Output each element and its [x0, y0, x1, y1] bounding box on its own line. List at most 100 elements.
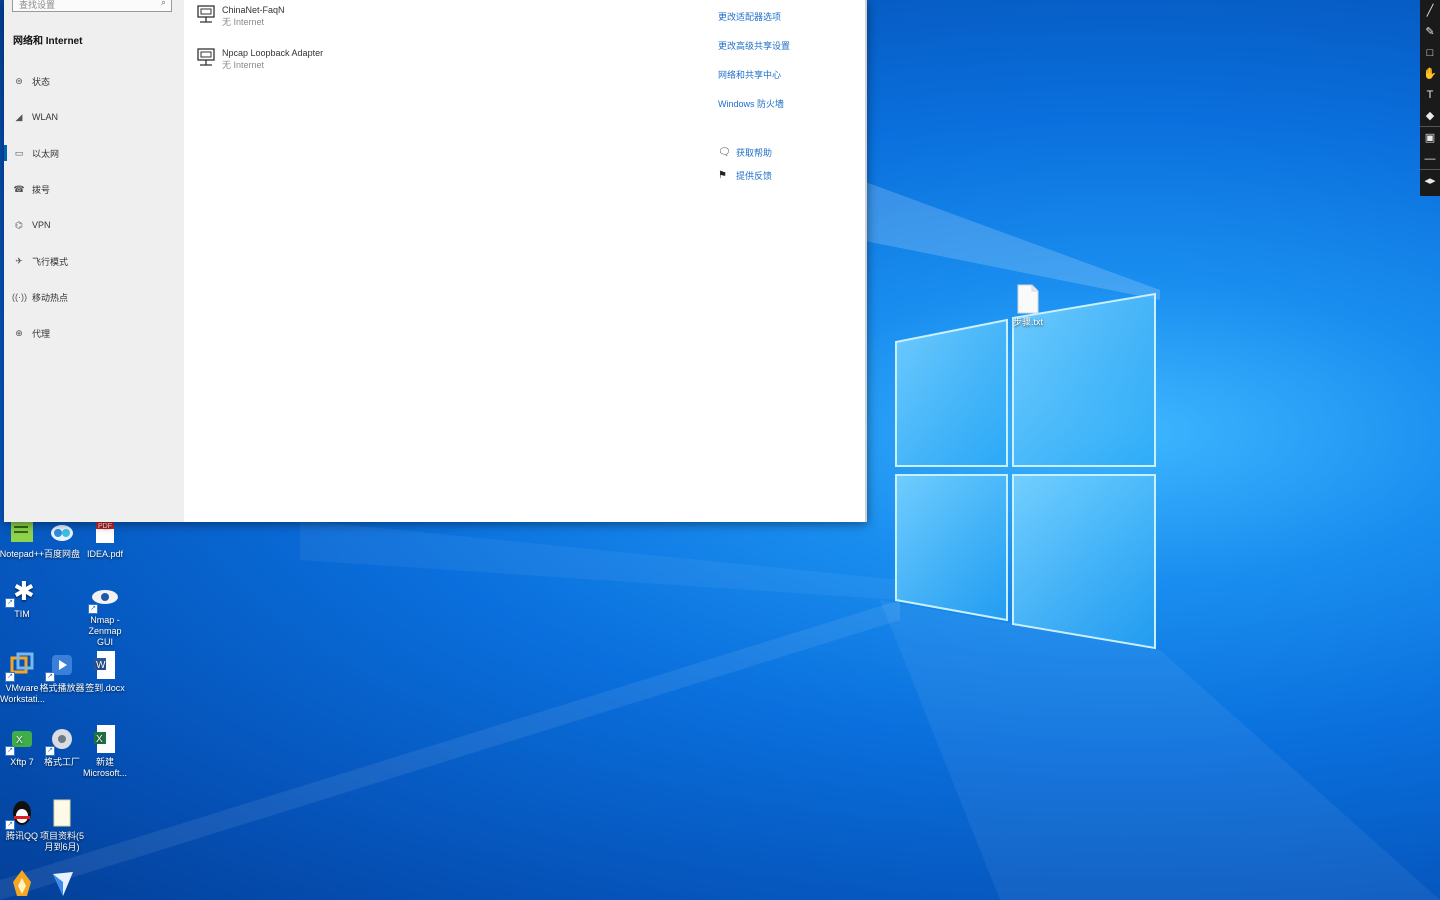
desktop-icon-label: TIM	[14, 609, 30, 619]
format-factory-icon: ↗	[45, 722, 77, 756]
network-adapter-icon	[197, 5, 215, 23]
desktop-icon-player[interactable]: ↗ 格式播放器	[39, 648, 85, 694]
nav-item-proxy[interactable]: ⊕ 代理	[4, 321, 184, 345]
player-icon: ↗	[45, 648, 77, 682]
help-icon: 🗨	[718, 147, 731, 158]
pen-icon[interactable]: ╱	[1420, 0, 1440, 21]
desktop-icon-format-factory[interactable]: ↗ 格式工厂	[40, 722, 84, 768]
dialup-icon: ☎	[13, 183, 25, 194]
qq-icon: ↗	[5, 796, 37, 830]
desktop-icon-xftp[interactable]: X ↗ Xftp 7	[0, 722, 44, 768]
app-icon	[7, 866, 37, 900]
nav-item-ethernet[interactable]: ▭ 以太网	[4, 141, 184, 165]
desktop-icon-app[interactable]	[0, 866, 44, 900]
get-help-link[interactable]: 🗨 获取帮助	[718, 146, 772, 159]
nav-item-label: 拨号	[32, 184, 51, 195]
desktop-file-label: 步骤.txt	[1012, 317, 1043, 327]
nav-item-label: 状态	[32, 76, 51, 87]
proxy-icon: ⊕	[15, 327, 23, 338]
nav-item-dialup[interactable]: ☎ 拨号	[4, 177, 184, 201]
adapter-name: Npcap Loopback Adapter	[222, 48, 324, 58]
folder-icon	[47, 796, 77, 830]
desktop-icon-label: Notepad++	[0, 549, 45, 559]
link-windows-firewall[interactable]: Windows 防火墙	[718, 97, 784, 110]
svg-text:PDF: PDF	[98, 523, 112, 530]
sidebar-title: 网络和 Internet	[13, 36, 83, 47]
hand-icon[interactable]: ✋	[1420, 63, 1440, 84]
link-advanced-sharing[interactable]: 更改高级共享设置	[718, 39, 790, 52]
desktop-icon-label: 格式工厂	[43, 757, 80, 767]
rectangle-icon[interactable]: □	[1420, 42, 1440, 63]
nav-item-vpn[interactable]: ⌬ VPN	[4, 213, 184, 237]
adapter-name: ChinaNet-FaqN	[222, 5, 285, 15]
nav-item-label: 以太网	[32, 148, 60, 159]
desktop-icon-excel[interactable]: X 新建 Microsoft...	[83, 722, 127, 779]
excel-file-icon: X	[90, 722, 120, 756]
nav-item-airplane-mode[interactable]: ✈ 飞行模式	[4, 249, 184, 273]
desktop-file-steps[interactable]: 步骤.txt	[1006, 282, 1050, 328]
desktop-icon-label: Nmap - Zenmap GUI	[88, 615, 122, 647]
search-icon[interactable]: ⌕	[161, 0, 166, 8]
adapter-status: 无 Internet	[222, 17, 265, 27]
airplane-icon: ✈	[15, 255, 23, 266]
desktop-icon-nmap[interactable]: ↗ Nmap - Zenmap GUI	[83, 580, 127, 648]
settings-content: ChinaNet-FaqN 无 Internet Npcap Loopback …	[184, 0, 867, 522]
desktop-icon-label: 签到.docx	[85, 683, 125, 693]
svg-text:X: X	[16, 735, 23, 746]
desktop-icon-label: Xftp 7	[10, 757, 34, 767]
text-file-icon	[1013, 282, 1043, 316]
svg-text:X: X	[96, 734, 103, 745]
eraser-icon[interactable]: ◆	[1420, 105, 1440, 126]
xftp-icon: X ↗	[5, 722, 37, 756]
nav-item-label: 移动热点	[32, 292, 69, 303]
desktop-icon-label: 格式播放器	[39, 683, 85, 693]
svg-text:✱: ✱	[13, 577, 35, 606]
help-link-label: 提供反馈	[736, 171, 773, 181]
vmware-icon: ↗	[5, 648, 37, 682]
white-board-icon[interactable]: ▣	[1420, 126, 1440, 148]
text-icon[interactable]: T	[1420, 84, 1440, 105]
desktop-icon-vmware[interactable]: ↗ VMware Workstati...	[0, 648, 45, 705]
desktop-icon-label: 项目资料(5月到6月)	[39, 831, 84, 852]
adapter-item[interactable]: Npcap Loopback Adapter 无 Internet	[196, 47, 323, 71]
desktop-icon-label: 百度网盘	[43, 549, 80, 559]
link-change-adapter-options[interactable]: 更改适配器选项	[718, 10, 781, 23]
desktop-icon-word-doc[interactable]: W 签到.docx	[83, 648, 127, 694]
windows-logo-wallpaper	[895, 292, 1156, 650]
nav-item-label: VPN	[32, 220, 51, 230]
help-link-label: 获取帮助	[736, 148, 773, 158]
settings-window: 查找设置 ⌕ 网络和 Internet ⊜ 状态 ◢ WLAN ▭ 以太网 ☎ …	[4, 0, 867, 522]
nav-item-label: 代理	[32, 328, 51, 339]
marker-icon[interactable]: ✎	[1420, 21, 1440, 42]
minimize-icon[interactable]: —	[1420, 148, 1440, 169]
wifi-icon: ◢	[15, 111, 23, 122]
give-feedback-link[interactable]: ⚑ 提供反馈	[718, 169, 772, 182]
desktop-icon-label: VMware Workstati...	[0, 683, 45, 704]
settings-search-input[interactable]: 查找设置 ⌕	[12, 0, 172, 12]
desktop-icon-label: 新建 Microsoft...	[83, 757, 128, 778]
expand-icon[interactable]: ◂▸	[1420, 169, 1440, 191]
annotation-toolbar: ╱ ✎ □ ✋ T ◆ ▣ — ◂▸	[1420, 0, 1440, 196]
nav-item-mobile-hotspot[interactable]: ((·)) 移动热点	[4, 285, 184, 309]
network-adapter-icon	[197, 48, 215, 66]
nav-item-wlan[interactable]: ◢ WLAN	[4, 105, 184, 129]
feishu-icon	[47, 866, 77, 900]
settings-sidebar: 查找设置 ⌕ 网络和 Internet ⊜ 状态 ◢ WLAN ▭ 以太网 ☎ …	[4, 0, 184, 522]
word-file-icon: W	[90, 648, 120, 682]
desktop-icon-label: IDEA.pdf	[86, 549, 124, 559]
tim-icon: ✱ ↗	[5, 574, 37, 608]
feedback-icon: ⚑	[718, 170, 727, 181]
nav-item-status[interactable]: ⊜ 状态	[4, 69, 184, 93]
vpn-icon: ⌬	[15, 219, 23, 230]
adapter-item[interactable]: ChinaNet-FaqN 无 Internet	[196, 4, 285, 28]
hotspot-icon: ((·))	[12, 292, 27, 302]
adapter-status: 无 Internet	[222, 60, 265, 70]
link-network-sharing-center[interactable]: 网络和共享中心	[718, 68, 781, 81]
search-placeholder: 查找设置	[19, 0, 56, 10]
desktop-icon-tim[interactable]: ✱ ↗ TIM	[0, 574, 44, 620]
desktop-icon-feishu[interactable]	[40, 866, 84, 900]
desktop-icon-label: 腾讯QQ	[5, 831, 38, 841]
ethernet-icon: ▭	[14, 147, 24, 158]
window-scrollbar[interactable]	[865, 0, 867, 522]
desktop-icon-project-folder[interactable]: 项目资料(5月到6月)	[40, 796, 84, 853]
